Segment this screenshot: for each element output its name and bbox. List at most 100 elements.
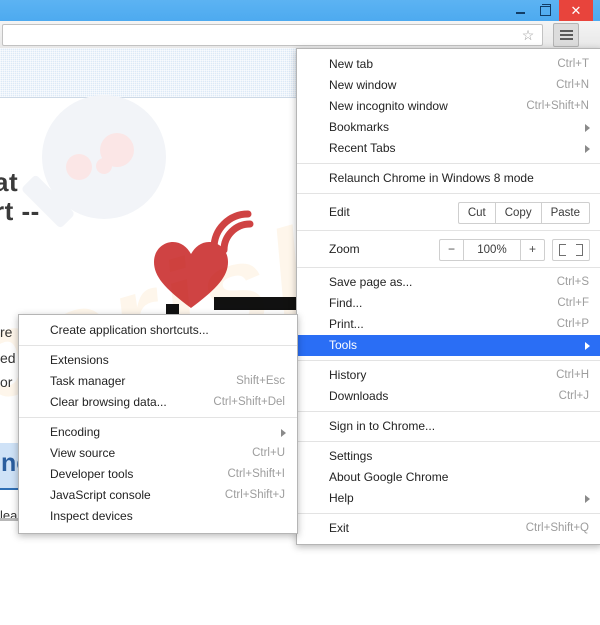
menu-item-tools[interactable]: Tools <box>297 335 600 356</box>
menu-item-label: Encoding <box>50 425 101 439</box>
star-icon[interactable]: ☆ <box>520 27 536 43</box>
hamburger-line <box>559 38 573 40</box>
copy-button[interactable]: Copy <box>494 202 541 224</box>
menu-item-label: Tools <box>329 338 358 352</box>
menu-item-downloads[interactable]: Downloads Ctrl+J <box>297 386 600 407</box>
menu-item-label: Downloads <box>329 389 389 403</box>
fullscreen-icon-corner <box>559 249 566 256</box>
menu-item-label: Settings <box>329 449 373 463</box>
menu-group-new: New tab Ctrl+T New window Ctrl+N New incogni… <box>297 54 600 159</box>
zoom-out-button[interactable]: − <box>438 239 463 261</box>
menu-item-label: Relaunch Chrome in Windows 8 mode <box>329 171 534 185</box>
menu-item-label: Edit <box>329 205 350 219</box>
restore-icon <box>539 3 551 16</box>
address-bar[interactable]: ☆ <box>2 24 543 46</box>
menu-item-shortcut: Ctrl+S <box>556 276 589 288</box>
menu-separator <box>297 360 600 361</box>
browser-toolbar: ☆ <box>0 21 600 49</box>
menu-item-shortcut: Ctrl+U <box>252 447 285 459</box>
decorative-dot <box>96 158 112 174</box>
menu-item-label: Create application shortcuts... <box>50 323 209 337</box>
menu-item-label: Help <box>329 491 354 505</box>
page-heading-line-1: at <box>0 167 19 197</box>
zoom-control-group: − 100% + <box>438 239 590 261</box>
text-fragment: or <box>0 374 13 390</box>
close-button[interactable]: ✕ <box>559 0 593 21</box>
zoom-in-button[interactable]: + <box>519 239 545 261</box>
menu-item-exit[interactable]: Exit Ctrl+Shift+Q <box>297 518 600 539</box>
menu-separator <box>297 411 600 412</box>
menu-item-label: View source <box>50 446 116 460</box>
menu-item-shortcut: Ctrl+P <box>556 318 589 330</box>
menu-item-clear-browsing-data[interactable]: Clear browsing data... Ctrl+Shift+Del <box>19 392 297 413</box>
chevron-right-icon <box>585 495 590 503</box>
hamburger-line <box>559 30 573 32</box>
menu-item-label: Find... <box>329 296 363 310</box>
menu-item-print[interactable]: Print... Ctrl+P <box>297 314 600 335</box>
chevron-right-icon <box>585 342 590 350</box>
menu-item-label: Extensions <box>50 353 109 367</box>
menu-row-edit: Edit Cut Copy Paste <box>297 198 600 226</box>
menu-separator <box>297 163 600 164</box>
menu-item-inspect-devices[interactable]: Inspect devices <box>19 506 297 527</box>
submenu-group-extensions: Extensions Task manager Shift+Esc Clear bro… <box>19 350 297 413</box>
menu-item-save-page-as[interactable]: Save page as... Ctrl+S <box>297 272 600 293</box>
menu-item-label: New window <box>329 78 397 92</box>
menu-item-shortcut: Ctrl+H <box>556 369 589 381</box>
menu-separator <box>297 193 600 194</box>
menu-item-extensions[interactable]: Extensions <box>19 350 297 371</box>
menu-item-shortcut: Ctrl+Shift+J <box>224 489 285 501</box>
cut-button[interactable]: Cut <box>457 202 495 224</box>
minimize-button[interactable] <box>508 0 532 21</box>
menu-item-encoding[interactable]: Encoding <box>19 422 297 443</box>
menu-group-history: History Ctrl+H Downloads Ctrl+J <box>297 365 600 407</box>
chrome-menu-button[interactable] <box>553 23 579 47</box>
menu-item-label: Clear browsing data... <box>50 395 167 409</box>
menu-item-label: Inspect devices <box>50 509 133 523</box>
menu-item-settings[interactable]: Settings <box>297 446 600 467</box>
menu-group-settings: Settings About Google Chrome Help <box>297 446 600 509</box>
menu-item-new-tab[interactable]: New tab Ctrl+T <box>297 54 600 75</box>
menu-separator <box>19 417 297 418</box>
menu-item-recent-tabs[interactable]: Recent Tabs <box>297 138 600 159</box>
menu-item-shortcut: Shift+Esc <box>236 375 285 387</box>
menu-separator <box>19 345 297 346</box>
menu-item-shortcut: Ctrl+J <box>558 390 589 402</box>
menu-item-task-manager[interactable]: Task manager Shift+Esc <box>19 371 297 392</box>
menu-item-label: Print... <box>329 317 364 331</box>
close-icon: ✕ <box>570 3 582 18</box>
menu-item-sign-in-to-chrome[interactable]: Sign in to Chrome... <box>297 416 600 437</box>
zoom-level-value: 100% <box>462 239 520 261</box>
menu-group-exit: Exit Ctrl+Shift+Q <box>297 518 600 539</box>
menu-item-label: Zoom <box>329 242 360 256</box>
menu-item-new-incognito-window[interactable]: New incognito window Ctrl+Shift+N <box>297 96 600 117</box>
menu-item-about-google-chrome[interactable]: About Google Chrome <box>297 467 600 488</box>
menu-item-history[interactable]: History Ctrl+H <box>297 365 600 386</box>
chevron-right-icon <box>585 124 590 132</box>
menu-item-label: New incognito window <box>329 99 448 113</box>
menu-item-bookmarks[interactable]: Bookmarks <box>297 117 600 138</box>
menu-item-find[interactable]: Find... Ctrl+F <box>297 293 600 314</box>
page-heading: at rt -- <box>0 168 40 226</box>
paste-button[interactable]: Paste <box>540 202 590 224</box>
menu-item-label: Bookmarks <box>329 120 390 134</box>
menu-item-create-application-shortcuts[interactable]: Create application shortcuts... <box>19 320 297 341</box>
chevron-right-icon <box>585 145 590 153</box>
menu-item-relaunch-chrome[interactable]: Relaunch Chrome in Windows 8 mode <box>297 168 600 189</box>
menu-item-developer-tools[interactable]: Developer tools Ctrl+Shift+I <box>19 464 297 485</box>
fullscreen-button[interactable] <box>552 239 590 261</box>
menu-item-label: Save page as... <box>329 275 413 289</box>
menu-item-label: New tab <box>329 57 374 71</box>
menu-item-label: About Google Chrome <box>329 470 449 484</box>
decorative-dot <box>66 154 92 180</box>
menu-item-new-window[interactable]: New window Ctrl+N <box>297 75 600 96</box>
maximize-restore-button[interactable] <box>533 0 557 21</box>
hamburger-line <box>559 34 573 36</box>
menu-item-view-source[interactable]: View source Ctrl+U <box>19 443 297 464</box>
menu-separator <box>297 441 600 442</box>
menu-item-help[interactable]: Help <box>297 488 600 509</box>
menu-item-javascript-console[interactable]: JavaScript console Ctrl+Shift+J <box>19 485 297 506</box>
menu-item-shortcut: Ctrl+Shift+N <box>526 100 589 112</box>
text-fragment: re <box>0 324 13 340</box>
menu-item-shortcut: Ctrl+Shift+Del <box>213 396 285 408</box>
